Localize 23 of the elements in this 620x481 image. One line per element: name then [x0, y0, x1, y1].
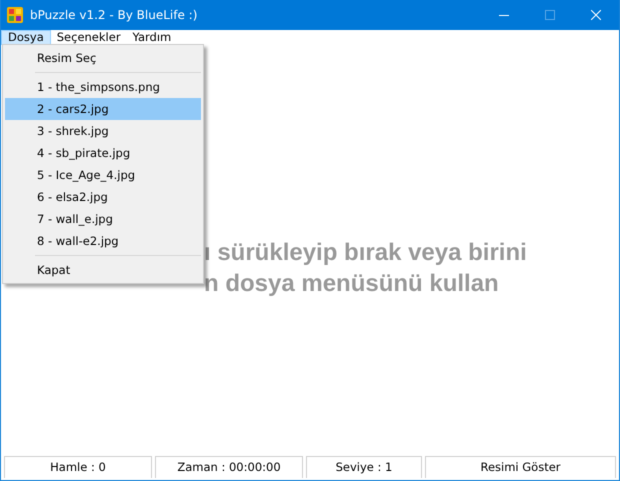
- maximize-icon: [545, 10, 555, 20]
- menu-option[interactable]: 2 - cars2.jpg: [5, 98, 201, 120]
- menu-item[interactable]: Dosya: [1, 30, 51, 45]
- menu-option[interactable]: Resim Seç: [5, 47, 201, 69]
- hint-text: ı sürükleyip bırak veya birini: [204, 238, 527, 268]
- menu-item[interactable]: Yardım: [126, 30, 178, 45]
- menu-option[interactable]: 6 - elsa2.jpg: [5, 186, 201, 208]
- hint-text: n dosya menüsünü kullan: [204, 268, 500, 298]
- puzzle-icon: [7, 7, 23, 23]
- menu-option[interactable]: 4 - sb_pirate.jpg: [5, 142, 201, 164]
- menu-option[interactable]: 5 - Ice_Age_4.jpg: [5, 164, 201, 186]
- status-panel: Seviye : 1: [306, 456, 422, 478]
- menu-option[interactable]: 8 - wall-e2.jpg: [5, 230, 201, 252]
- menu-option[interactable]: 3 - shrek.jpg: [5, 120, 201, 142]
- close-icon: [591, 10, 601, 20]
- window-title: bPuzzle v1.2 - By BlueLife :): [30, 8, 198, 22]
- menu-item[interactable]: Seçenekler: [50, 30, 127, 45]
- status-panel: Zaman : 00:00:00: [155, 456, 303, 478]
- status-panel: Resimi Göster: [425, 456, 616, 478]
- status-panel: Hamle : 0: [4, 456, 152, 478]
- menu-option[interactable]: 7 - wall_e.jpg: [5, 208, 201, 230]
- menu-option[interactable]: 1 - the_simpsons.png: [5, 76, 201, 98]
- menu-option[interactable]: Kapat: [5, 259, 201, 281]
